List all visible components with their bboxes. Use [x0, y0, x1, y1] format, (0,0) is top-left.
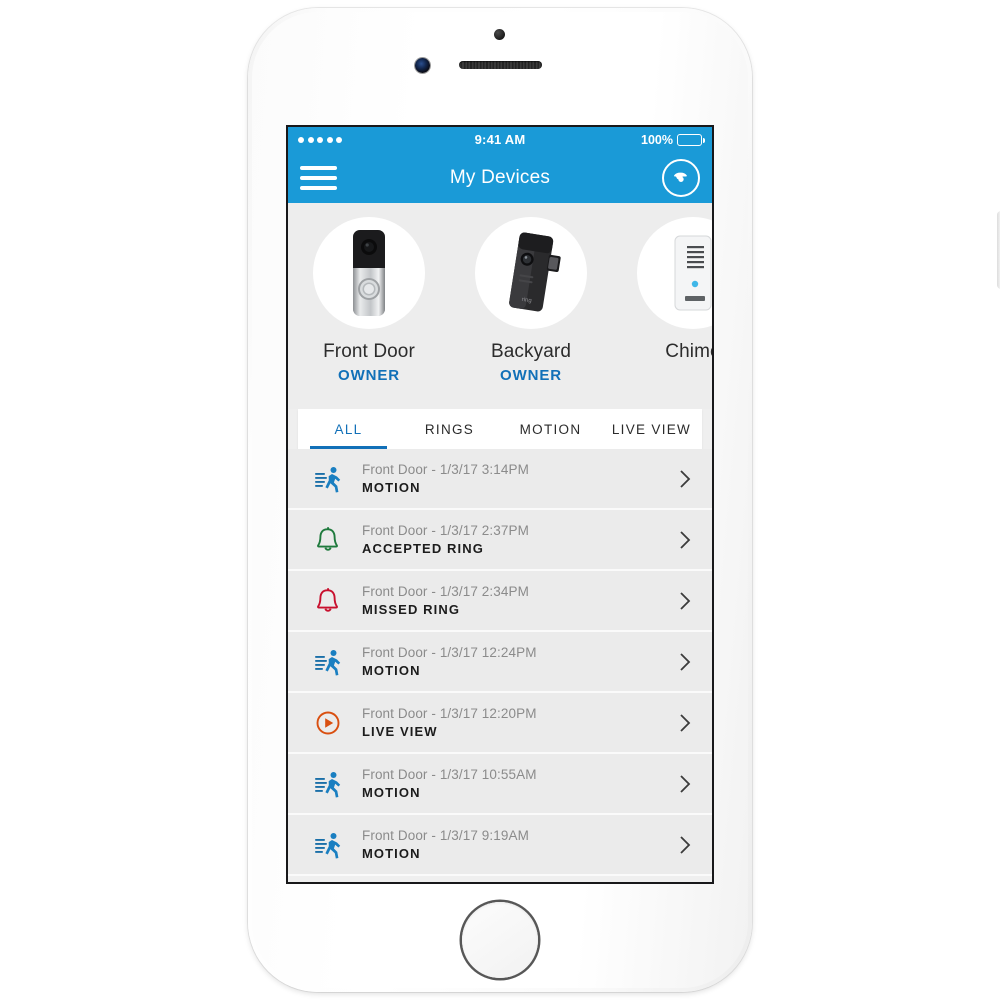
ring-logo-icon[interactable] — [662, 158, 700, 197]
chevron-right-icon[interactable] — [674, 713, 696, 733]
home-button[interactable] — [462, 902, 538, 978]
app-navigation-bar: My Devices — [288, 152, 712, 203]
event-text: Front Door - 1/3/17 2:34PM MISSED RING — [348, 584, 674, 617]
device-thumbnail — [313, 217, 425, 329]
chevron-right-icon[interactable] — [674, 591, 696, 611]
motion-icon — [308, 648, 348, 676]
device-thumbnail — [637, 217, 712, 329]
status-bar: 9:41 AM 100% — [288, 127, 712, 152]
event-type: MISSED RING — [362, 602, 461, 617]
device-name: Front Door — [323, 341, 415, 362]
device-thumbnail: ring — [475, 217, 587, 329]
earpiece-speaker-icon — [459, 61, 542, 69]
event-text: Front Door - 1/3/17 2:37PM ACCEPTED RING — [348, 523, 674, 556]
tab-motion[interactable]: MOTION — [500, 409, 601, 449]
table-row[interactable]: Front Door - 1/3/17 10:55AM MOTION — [288, 754, 712, 815]
tab-live-view[interactable]: LIVE VIEW — [601, 409, 702, 449]
table-row[interactable]: Front Door - 1/3/17 12:24PM MOTION — [288, 632, 712, 693]
device-role-badge: OWNER — [500, 367, 562, 384]
event-type: LIVE VIEW — [362, 724, 438, 739]
event-meta: Front Door - 1/3/17 2:37PM — [362, 523, 529, 538]
table-row[interactable]: Front Door - 1/3/17 3:14PM MOTION — [288, 449, 712, 510]
hamburger-menu-icon[interactable] — [300, 163, 337, 193]
event-meta: Front Door - 1/3/17 2:34PM — [362, 584, 529, 599]
chevron-right-icon[interactable] — [674, 469, 696, 489]
battery-icon — [677, 133, 705, 146]
stick-up-cam-icon: ring — [509, 232, 561, 312]
chevron-right-icon[interactable] — [674, 652, 696, 672]
device-name: Backyard — [490, 341, 571, 362]
proximity-sensor-icon — [494, 29, 505, 40]
event-text: Front Door - 1/3/17 9:19AM MOTION — [348, 828, 674, 861]
event-type: ACCEPTED RING — [362, 541, 484, 556]
motion-icon — [308, 465, 348, 493]
signal-strength-icon — [298, 136, 342, 143]
event-type: MOTION — [362, 846, 421, 861]
event-text: Front Door - 1/3/17 12:24PM MOTION — [348, 645, 674, 678]
event-meta: Front Door - 1/3/17 12:20PM — [362, 706, 537, 721]
event-meta: Front Door - 1/3/17 3:14PM — [362, 462, 529, 477]
motion-icon — [308, 831, 348, 859]
device-card-chime[interactable]: Chime — [612, 217, 712, 367]
chevron-right-icon[interactable] — [674, 530, 696, 550]
event-filter-tabs: ALL RINGS MOTION LIVE VIEW — [298, 409, 702, 449]
event-meta: Front Door - 1/3/17 10:55AM — [362, 767, 537, 782]
event-text: Front Door - 1/3/17 3:14PM MOTION — [348, 462, 674, 495]
status-bar-right: 100% — [641, 132, 705, 147]
device-card-front-door[interactable]: Front Door OWNER — [288, 217, 450, 384]
event-text: Front Door - 1/3/17 12:20PM LIVE VIEW — [348, 706, 674, 739]
event-meta: Front Door - 1/3/17 12:24PM — [362, 645, 537, 660]
live-view-icon — [308, 710, 348, 736]
phone-screen: 9:41 AM 100% My Devices Front Door OWNER… — [288, 127, 712, 882]
event-text: Front Door - 1/3/17 10:55AM MOTION — [348, 767, 674, 800]
device-card-backyard[interactable]: ring Backyard OWNER — [450, 217, 612, 384]
bell-accepted-icon — [308, 526, 348, 554]
event-type: MOTION — [362, 785, 421, 800]
table-row[interactable]: Front Door - 1/3/17 9:19AM MOTION — [288, 815, 712, 876]
table-row[interactable]: Front Door - 1/3/17 2:34PM MISSED RING — [288, 571, 712, 632]
motion-icon — [308, 770, 348, 798]
front-camera-icon — [415, 58, 430, 73]
video-doorbell-icon — [353, 230, 385, 316]
battery-percent-label: 100% — [641, 132, 673, 147]
page-title: My Devices — [449, 166, 551, 188]
event-type: MOTION — [362, 663, 421, 678]
device-role-badge: OWNER — [338, 367, 400, 384]
device-carousel[interactable]: Front Door OWNER ring Backyard OWNER Chi… — [288, 203, 712, 409]
device-name: Chime — [665, 341, 712, 362]
event-type: MOTION — [362, 480, 421, 495]
table-row[interactable]: Front Door - 1/3/17 2:37PM ACCEPTED RING — [288, 510, 712, 571]
event-meta: Front Door - 1/3/17 9:19AM — [362, 828, 529, 843]
tab-all[interactable]: ALL — [298, 409, 399, 449]
chevron-right-icon[interactable] — [674, 835, 696, 855]
chime-icon — [674, 235, 712, 311]
chevron-right-icon[interactable] — [674, 774, 696, 794]
bell-missed-icon — [308, 587, 348, 615]
tab-rings[interactable]: RINGS — [399, 409, 500, 449]
table-row[interactable]: Front Door - 1/3/17 12:20PM LIVE VIEW — [288, 693, 712, 754]
event-list[interactable]: Front Door - 1/3/17 3:14PM MOTION Front … — [288, 449, 712, 876]
